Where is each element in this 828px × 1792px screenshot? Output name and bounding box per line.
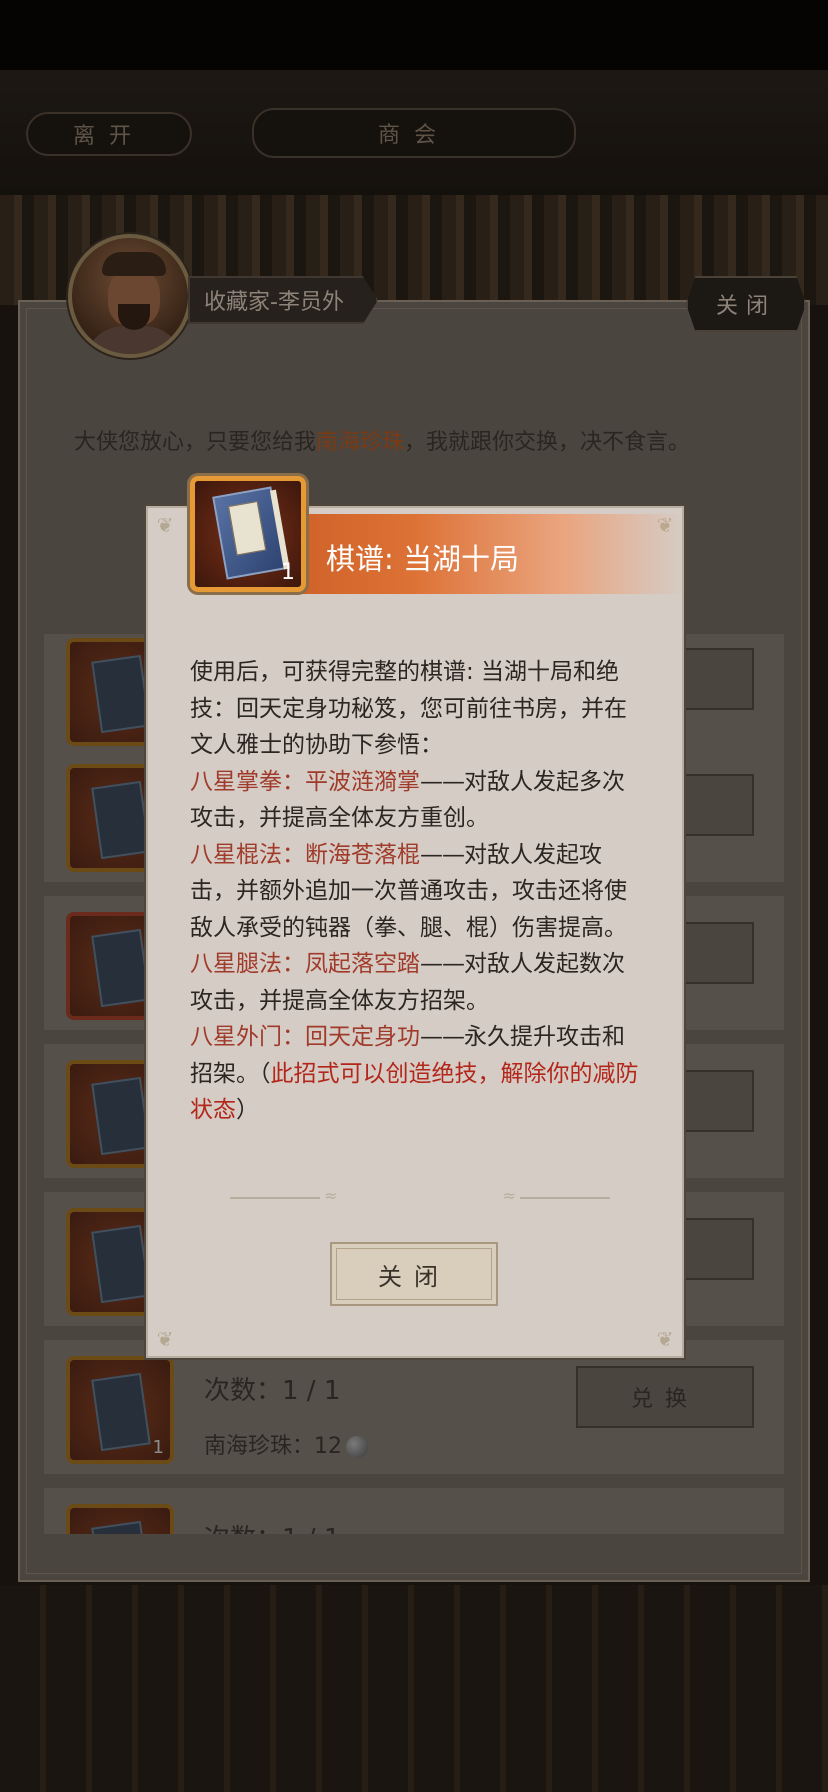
list-item: 1 次数：1 / 1 南海珍珠：12 兑换 <box>44 1340 784 1474</box>
exchange-times: 次数：1 / 1 <box>204 1518 340 1534</box>
technique-line: 八星掌拳：平波涟漪掌——对敌人发起多次攻击，并提高全体友方重创。 <box>190 768 625 832</box>
modal-close-button[interactable]: 关闭 <box>330 1242 498 1306</box>
description-intro: 使用后，可获得完整的棋谱: 当湖十局和绝技：回天定身功秘笈，您可前往书房，并在文… <box>190 659 627 758</box>
leave-button[interactable]: 离开 <box>26 112 192 156</box>
book-icon <box>91 1372 151 1452</box>
pearl-icon <box>346 1436 369 1458</box>
status-strip <box>0 0 828 70</box>
decorative-floor <box>0 1585 828 1792</box>
merchant-name: 收藏家-李员外 <box>188 276 378 324</box>
list-item: 次数：1 / 1 <box>44 1488 784 1534</box>
book-icon <box>91 1076 151 1156</box>
item-detail-modal: ❦ ❦ ❦ ❦ 棋谱: 当湖十局 使用后，可获得完整的棋谱: 当湖十局和绝技：回… <box>146 506 684 1358</box>
page-title: 商会 <box>252 108 576 158</box>
item-icon <box>66 1504 174 1534</box>
technique-line: 八星腿法：凤起落空踏——对敌人发起数次攻击，并提高全体友方招架。 <box>190 951 625 1014</box>
item-description: 使用后，可获得完整的棋谱: 当湖十局和绝技：回天定身功秘笈，您可前往书房，并在文… <box>190 654 646 1129</box>
technique-line: 八星外门：回天定身功——永久提升攻击和招架。（此招式可以创造绝技，解除你的减防状… <box>190 1024 639 1123</box>
panel-close-button[interactable]: 关闭 <box>686 276 806 332</box>
book-icon <box>91 654 151 734</box>
item-count: 1 <box>281 560 295 585</box>
exchange-cost: 南海珍珠：12 <box>204 1428 369 1460</box>
corner-ornament-icon: ❦ <box>656 1327 674 1351</box>
merchant-dialogue: 大侠您放心，只要您给我南海珍珠，我就跟你交换，决不食言。 <box>74 430 691 455</box>
corner-ornament-icon: ❦ <box>156 513 174 537</box>
book-icon <box>91 928 151 1008</box>
item-name: 棋谱: 当湖十局 <box>326 542 519 576</box>
exchange-button[interactable]: 兑换 <box>576 1366 754 1428</box>
exchange-times: 次数：1 / 1 <box>204 1376 341 1406</box>
item-icon: 1 <box>190 476 306 592</box>
merchant-avatar <box>68 234 192 358</box>
book-icon <box>91 1224 151 1304</box>
corner-ornament-icon: ❦ <box>156 1327 174 1351</box>
book-icon <box>212 486 290 580</box>
ornamental-divider: ≈ ≈ <box>230 1186 610 1206</box>
currency-highlight: 南海珍珠 <box>316 430 405 455</box>
book-icon <box>91 780 151 860</box>
technique-line: 八星棍法：断海苍落棍——对敌人发起攻击，并额外追加一次普通攻击，攻击还将使敌人承… <box>190 841 627 941</box>
book-icon <box>91 1520 151 1534</box>
item-icon: 1 <box>66 1356 174 1464</box>
item-count: 1 <box>152 1437 164 1458</box>
